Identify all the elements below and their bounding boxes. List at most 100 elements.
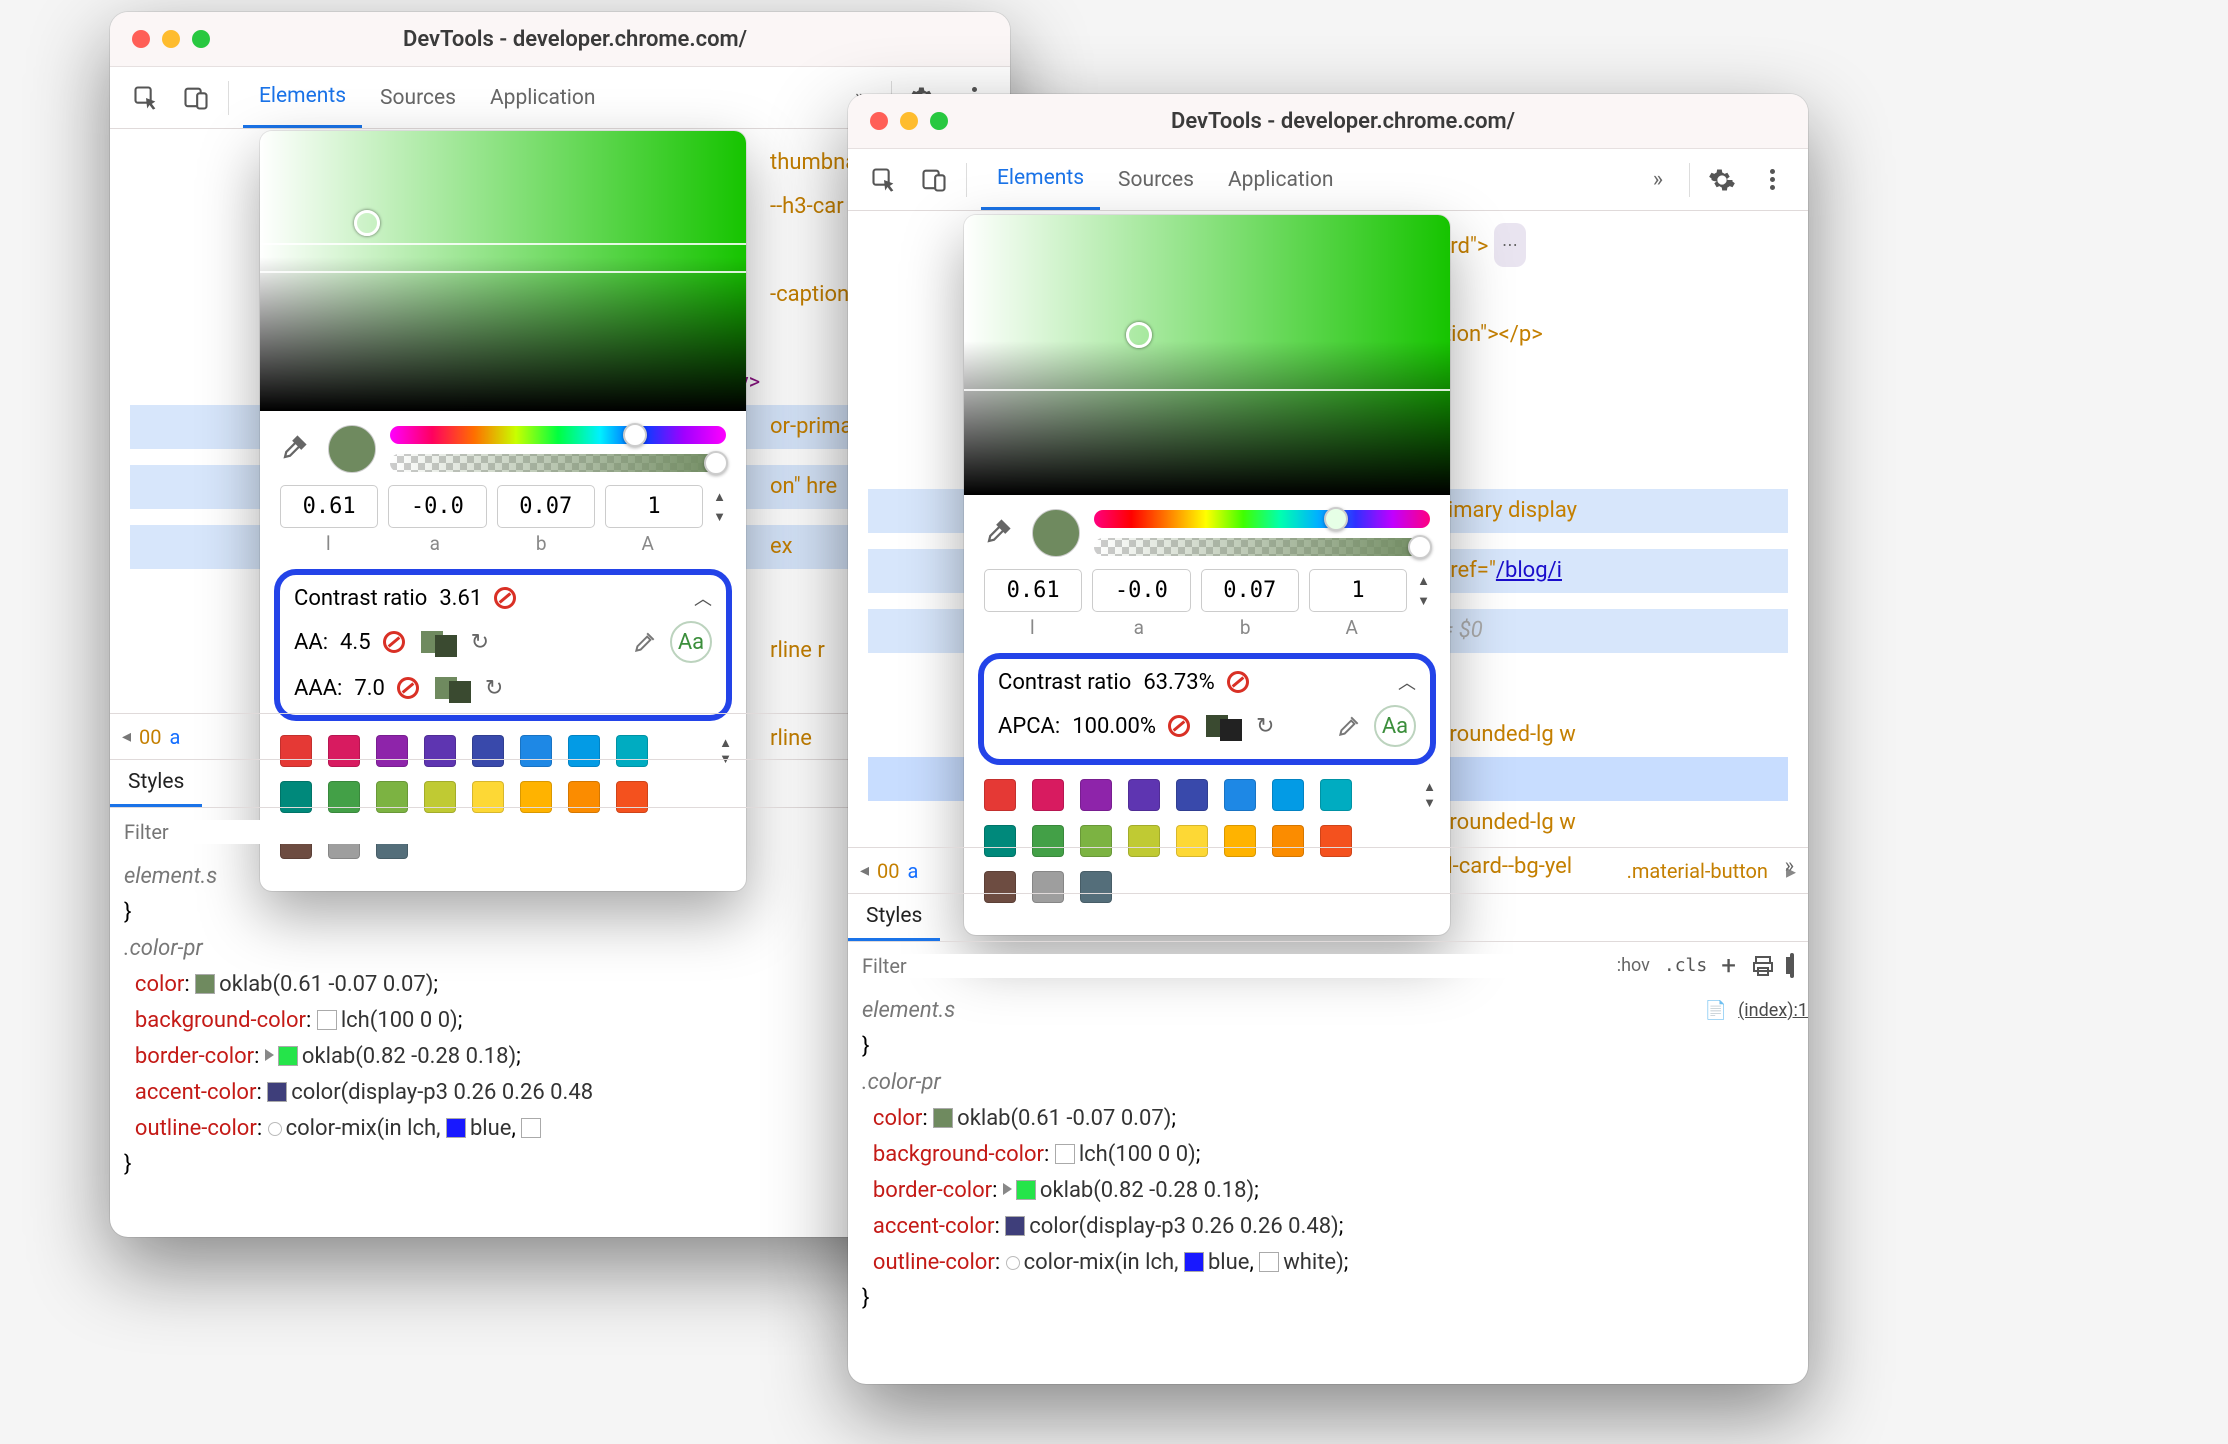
contrast-threshold-line <box>260 271 746 273</box>
color-spectrum[interactable] <box>964 215 1450 495</box>
tab-elements[interactable]: Elements <box>243 68 362 128</box>
palette-swatch[interactable] <box>1176 779 1208 811</box>
window-title: DevTools - developer.chrome.com/ <box>210 27 1010 52</box>
palette-swatch[interactable] <box>1080 779 1112 811</box>
close-window-button[interactable] <box>870 112 888 130</box>
alpha-slider[interactable] <box>1094 538 1430 556</box>
reload-icon[interactable]: ↻ <box>471 630 489 655</box>
tab-sources[interactable]: Sources <box>364 68 472 128</box>
reload-icon[interactable]: ↻ <box>485 676 503 701</box>
color-input-a[interactable]: -0.0 <box>1092 569 1190 612</box>
hue-thumb[interactable] <box>1324 507 1348 531</box>
tabs-overflow-icon[interactable]: » <box>1641 167 1675 192</box>
color-input-alpha[interactable]: 1 <box>1309 569 1407 612</box>
hue-slider[interactable] <box>1094 510 1430 528</box>
minimize-window-button[interactable] <box>162 30 180 48</box>
color-input-alpha[interactable]: 1 <box>605 485 703 528</box>
color-input-l[interactable]: 0.61 <box>280 485 378 528</box>
cls-button[interactable]: .cls <box>1664 955 1707 976</box>
crumb-tag[interactable]: 00 <box>139 725 161 749</box>
maximize-window-button[interactable] <box>930 112 948 130</box>
crumb-class[interactable]: a <box>170 725 181 749</box>
contrast-sample-icon[interactable]: Aa <box>670 621 712 663</box>
styles-pane[interactable]: element.s 📄 (index):1 } .color-pr color:… <box>848 989 1808 1317</box>
hue-slider[interactable] <box>390 426 726 444</box>
expand-icon[interactable] <box>1003 1183 1012 1195</box>
color-spectrum[interactable] <box>260 131 746 411</box>
eyedropper-icon[interactable] <box>280 432 314 466</box>
hov-button[interactable]: :hov <box>1617 955 1650 976</box>
inspect-element-icon[interactable] <box>128 80 164 116</box>
gear-icon[interactable] <box>1704 162 1740 198</box>
palette-swatch[interactable] <box>1128 779 1160 811</box>
devtools-toolbar: Elements Sources Application » <box>848 149 1808 211</box>
crumb-class[interactable]: a <box>908 859 919 883</box>
tab-elements[interactable]: Elements <box>981 150 1100 210</box>
alpha-slider[interactable] <box>390 454 726 472</box>
label-A: A <box>1304 616 1401 639</box>
crumb-left-icon[interactable]: ◂ <box>122 726 131 747</box>
titlebar: DevTools - developer.chrome.com/ <box>110 12 1010 67</box>
window-title: DevTools - developer.chrome.com/ <box>948 109 1808 134</box>
crumb-left-icon[interactable]: ◂ <box>860 860 869 881</box>
contrast-sample-icon[interactable]: Aa <box>1374 705 1416 747</box>
styles-filter-input[interactable] <box>124 820 522 844</box>
minimize-window-button[interactable] <box>900 112 918 130</box>
close-window-button[interactable] <box>132 30 150 48</box>
expand-icon[interactable] <box>265 1049 274 1061</box>
new-style-rule-icon[interactable]: + <box>1721 951 1736 981</box>
color-input-l[interactable]: 0.61 <box>984 569 1082 612</box>
tab-sources[interactable]: Sources <box>1102 150 1210 210</box>
fail-icon <box>1168 715 1190 737</box>
source-link[interactable]: 📄 (index):1 <box>1705 993 1808 1029</box>
palette-swatch[interactable] <box>1224 779 1256 811</box>
color-input-b[interactable]: 0.07 <box>1201 569 1299 612</box>
current-color-swatch[interactable] <box>1032 509 1080 557</box>
contrast-swatches-icon[interactable] <box>435 673 471 703</box>
eyedropper-icon[interactable] <box>1336 713 1362 739</box>
palette-swatch[interactable] <box>984 779 1016 811</box>
contrast-swatches-icon[interactable] <box>1206 711 1242 741</box>
color-input-b[interactable]: 0.07 <box>497 485 595 528</box>
contrast-ratio-value: 63.73% <box>1143 670 1214 695</box>
subtab-styles[interactable]: Styles <box>848 894 940 941</box>
device-toolbar-icon[interactable] <box>916 162 952 198</box>
color-format-stepper[interactable] <box>1417 569 1430 612</box>
eyedropper-icon[interactable] <box>984 516 1018 550</box>
contrast-swatches-icon[interactable] <box>421 627 457 657</box>
subtab-styles[interactable]: Styles <box>110 760 202 807</box>
maximize-window-button[interactable] <box>192 30 210 48</box>
chevron-up-icon[interactable]: ︿ <box>694 585 712 611</box>
color-input-a[interactable]: -0.0 <box>388 485 486 528</box>
reload-icon[interactable]: ↻ <box>1256 714 1274 739</box>
hue-thumb[interactable] <box>623 423 647 447</box>
titlebar: DevTools - developer.chrome.com/ <box>848 94 1808 149</box>
device-toolbar-icon[interactable] <box>178 80 214 116</box>
inspect-element-icon[interactable] <box>866 162 902 198</box>
tab-application[interactable]: Application <box>1212 150 1349 210</box>
spectrum-cursor[interactable] <box>354 210 380 236</box>
palette-swatch[interactable] <box>1032 779 1064 811</box>
eyedropper-icon[interactable] <box>632 629 658 655</box>
computed-panel-icon[interactable] <box>1790 955 1794 976</box>
crumb-tag[interactable]: 00 <box>877 859 899 883</box>
palette-swatch[interactable] <box>1320 779 1352 811</box>
print-media-icon[interactable] <box>1750 954 1776 978</box>
crumb-overflow[interactable]: .material-button <box>1627 859 1768 883</box>
label-l: l <box>984 616 1081 639</box>
subtabs-overflow-icon[interactable]: » <box>1785 853 1794 877</box>
alpha-thumb[interactable] <box>704 451 728 475</box>
spectrum-cursor[interactable] <box>1126 322 1152 348</box>
alpha-thumb[interactable] <box>1408 535 1432 559</box>
chevron-up-icon[interactable]: ︿ <box>1398 669 1416 695</box>
palette-swatch[interactable] <box>1272 779 1304 811</box>
tab-application[interactable]: Application <box>474 68 611 128</box>
current-color-swatch[interactable] <box>328 425 376 473</box>
ellipsis-badge[interactable]: ⋯ <box>1494 223 1526 267</box>
palette-stepper[interactable] <box>1423 779 1436 811</box>
color-format-stepper[interactable] <box>713 485 726 528</box>
styles-filter-input[interactable] <box>862 954 1603 978</box>
breadcrumb[interactable]: ◂ 00 a .material-button ▸ <box>848 847 1808 893</box>
kebab-menu-icon[interactable] <box>1754 162 1790 198</box>
fail-icon <box>397 677 419 699</box>
